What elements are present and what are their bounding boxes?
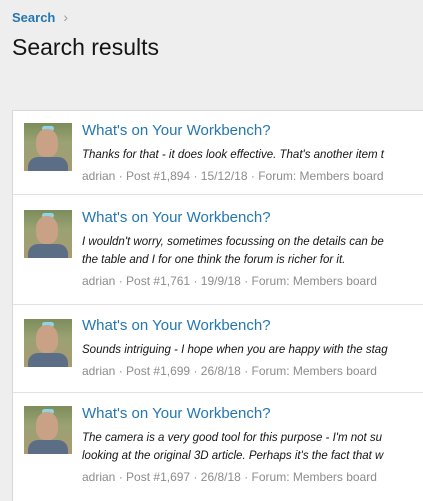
- result-snippet: the table and I for one think the forum …: [82, 254, 346, 266]
- result-meta: adrian · Post #1,699 · 26/8/18 · Forum: …: [82, 364, 377, 378]
- avatar[interactable]: [24, 210, 72, 258]
- result-snippet: looking at the original 3D article. Perh…: [82, 450, 384, 462]
- avatar[interactable]: [24, 319, 72, 367]
- result-meta: adrian · Post #1,761 · 19/9/18 · Forum: …: [82, 274, 377, 288]
- post-number: Post #1,894: [126, 169, 191, 183]
- breadcrumb: Search ›: [12, 9, 68, 25]
- search-result-item: What's on Your Workbench? Thanks for tha…: [13, 111, 423, 195]
- avatar[interactable]: [24, 406, 72, 454]
- result-snippet: Thanks for that - it does look effective…: [82, 149, 384, 161]
- post-date: 26/8/18: [200, 470, 241, 484]
- result-meta: adrian · Post #1,697 · 26/8/18 · Forum: …: [82, 470, 377, 484]
- post-date: 15/12/18: [200, 169, 248, 183]
- result-title-link[interactable]: What's on Your Workbench?: [82, 405, 271, 422]
- search-result-item: What's on Your Workbench? Sounds intrigu…: [13, 305, 423, 393]
- search-result-item: What's on Your Workbench? The camera is …: [13, 393, 423, 501]
- result-snippet: I wouldn't worry, sometimes focussing on…: [82, 236, 384, 248]
- result-title-link[interactable]: What's on Your Workbench?: [82, 209, 271, 226]
- search-results-list: What's on Your Workbench? Thanks for tha…: [12, 110, 423, 501]
- author-link[interactable]: adrian: [82, 470, 115, 484]
- page-title: Search results: [12, 34, 160, 60]
- forum-link[interactable]: Forum: Members board: [258, 169, 383, 183]
- author-link[interactable]: adrian: [82, 364, 115, 378]
- forum-link[interactable]: Forum: Members board: [252, 470, 377, 484]
- result-meta: adrian · Post #1,894 · 15/12/18 · Forum:…: [82, 169, 384, 183]
- result-title-link[interactable]: What's on Your Workbench?: [82, 122, 271, 139]
- chevron-right-icon: ›: [63, 9, 69, 25]
- result-snippet: The camera is a very good tool for this …: [82, 432, 383, 444]
- search-result-item: What's on Your Workbench? I wouldn't wor…: [13, 195, 423, 305]
- post-number: Post #1,761: [126, 274, 191, 288]
- avatar[interactable]: [24, 123, 72, 171]
- result-snippet: Sounds intriguing - I hope when you are …: [82, 344, 388, 356]
- post-date: 19/9/18: [200, 274, 241, 288]
- forum-link[interactable]: Forum: Members board: [252, 364, 377, 378]
- result-title-link[interactable]: What's on Your Workbench?: [82, 317, 271, 334]
- post-number: Post #1,699: [126, 364, 191, 378]
- author-link[interactable]: adrian: [82, 274, 115, 288]
- breadcrumb-search-link[interactable]: Search: [12, 10, 55, 25]
- post-date: 26/8/18: [200, 364, 241, 378]
- forum-link[interactable]: Forum: Members board: [252, 274, 377, 288]
- post-number: Post #1,697: [126, 470, 191, 484]
- author-link[interactable]: adrian: [82, 169, 115, 183]
